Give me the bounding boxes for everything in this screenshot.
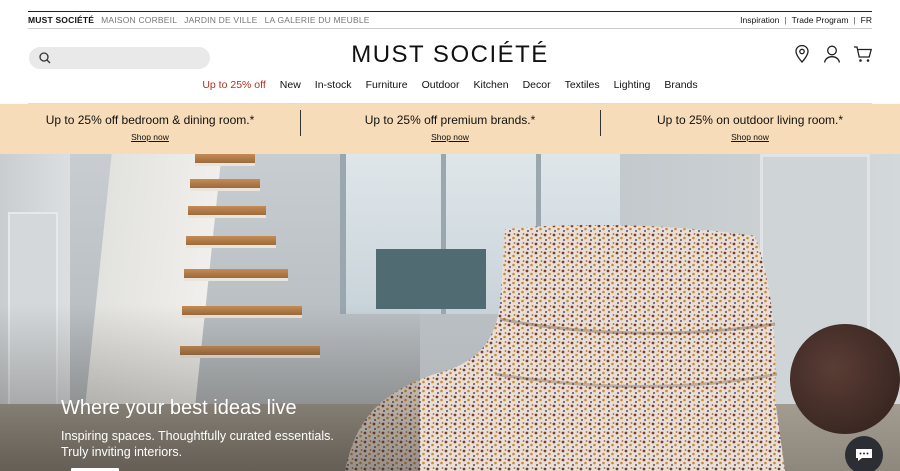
hero-stair-step [184, 269, 288, 281]
separator: | [784, 15, 787, 25]
promo-title: Up to 25% off bedroom & dining room.* [45, 113, 255, 127]
utility-bar: MUST SOCIÉTÉ MAISON CORBEIL JARDIN DE VI… [28, 11, 872, 29]
nav-item-in-stock[interactable]: In-stock [315, 79, 352, 91]
promo-band: Up to 25% off bedroom & dining room.* Sh… [0, 104, 900, 154]
utility-links: Inspiration | Trade Program | FR [740, 15, 872, 25]
nav-item-decor[interactable]: Decor [523, 79, 551, 91]
shop-now-link[interactable]: Shop now [131, 132, 169, 142]
brand-jardin-de-ville[interactable]: JARDIN DE VILLE [184, 15, 257, 25]
nav-item-promo[interactable]: Up to 25% off [202, 79, 265, 91]
promo-item[interactable]: Up to 25% off premium brands.* Shop now [300, 110, 600, 145]
brand-switcher: MUST SOCIÉTÉ MAISON CORBEIL JARDIN DE VI… [28, 15, 370, 25]
site-logo[interactable]: MUST SOCIÉTÉ [0, 41, 900, 69]
inspiration-link[interactable]: Inspiration [740, 15, 779, 25]
account-icon[interactable] [823, 44, 841, 64]
nav-item-textiles[interactable]: Textiles [565, 79, 600, 91]
nav-item-lighting[interactable]: Lighting [614, 79, 651, 91]
separator: | [853, 15, 856, 25]
chat-launcher-button[interactable] [845, 436, 883, 471]
hero-stair-step [195, 154, 255, 166]
hero-subtitle-line: Truly inviting interiors. [61, 445, 183, 459]
promo-title: Up to 25% on outdoor living room.* [656, 113, 844, 127]
hero-stair-step [188, 206, 266, 218]
chat-icon [856, 449, 872, 461]
hero-subtitle-line: Inspiring spaces. Thoughtfully curated e… [61, 429, 334, 443]
location-pin-icon[interactable] [793, 44, 811, 64]
brand-must-societe[interactable]: MUST SOCIÉTÉ [28, 15, 94, 25]
hero-subtitle: Inspiring spaces. Thoughtfully curated e… [61, 428, 381, 460]
hero-title: Where your best ideas live [61, 397, 297, 419]
promo-item[interactable]: Up to 25% off bedroom & dining room.* Sh… [0, 113, 300, 145]
brand-maison-corbeil[interactable]: MAISON CORBEIL [101, 15, 177, 25]
nav-item-outdoor[interactable]: Outdoor [422, 79, 460, 91]
nav-item-kitchen[interactable]: Kitchen [474, 79, 509, 91]
nav-item-brands[interactable]: Brands [664, 79, 697, 91]
hero-side-table [790, 324, 900, 434]
nav-item-furniture[interactable]: Furniture [366, 79, 408, 91]
cart-icon[interactable] [853, 44, 873, 64]
trade-program-link[interactable]: Trade Program [792, 15, 849, 25]
hero-stair-step [186, 236, 276, 248]
main-navigation: Up to 25% off New In-stock Furniture Out… [0, 79, 900, 91]
brand-la-galerie-du-meuble[interactable]: LA GALERIE DU MEUBLE [265, 15, 370, 25]
hero-banner[interactable] [0, 154, 900, 471]
language-toggle[interactable]: FR [861, 15, 872, 25]
shop-now-link[interactable]: Shop now [431, 132, 469, 142]
promo-item[interactable]: Up to 25% on outdoor living room.* Shop … [600, 110, 900, 145]
shop-now-link[interactable]: Shop now [731, 132, 769, 142]
hero-stair-step [190, 179, 260, 191]
header-actions [793, 44, 873, 64]
promo-title: Up to 25% off premium brands.* [364, 113, 536, 127]
nav-item-new[interactable]: New [280, 79, 301, 91]
